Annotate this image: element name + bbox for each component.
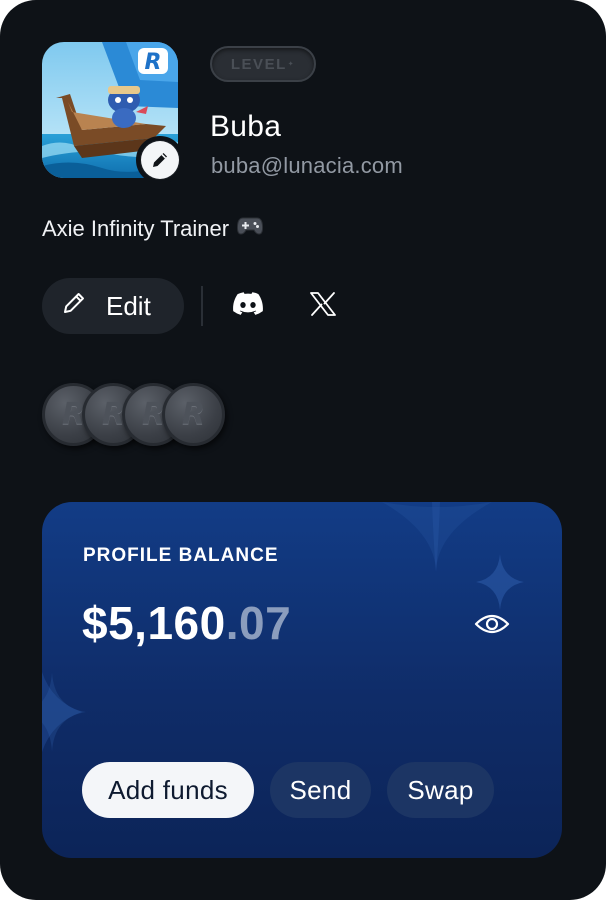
swap-button[interactable]: Swap [387, 762, 494, 818]
x-button[interactable] [303, 286, 343, 326]
pencil-outline-icon [60, 289, 88, 324]
bio-text: Axie Infinity Trainer [42, 216, 230, 241]
svg-text:R: R [145, 50, 162, 75]
level-badge: LEVEL ✦ [210, 46, 316, 82]
profile-card: R LEVEL ✦ Buba buba@lunacia.com Axie Inf… [0, 0, 606, 900]
user-email: buba@lunacia.com [211, 153, 403, 178]
send-button[interactable]: Send [270, 762, 371, 818]
balance-card: PROFILE BALANCE $5,160.07 Add funds Send… [42, 502, 562, 858]
balance-whole: $5,160 [82, 597, 226, 649]
eye-icon [474, 614, 510, 642]
coin-badge[interactable]: R [162, 383, 225, 446]
divider [201, 286, 203, 326]
coin-letter: R [181, 397, 206, 432]
avatar-container: R [42, 42, 184, 184]
balance-label: PROFILE BALANCE [83, 545, 279, 566]
pencil-icon [141, 141, 179, 179]
user-bio: Axie Infinity Trainer [42, 216, 264, 242]
avatar-edit-button[interactable] [136, 136, 184, 184]
level-badge-sparkle: ✦ [287, 61, 296, 68]
balance-cents: .07 [225, 597, 292, 649]
user-name: Buba [210, 110, 282, 143]
visibility-toggle[interactable] [474, 610, 510, 638]
discord-icon [233, 291, 263, 321]
balance-amount: $5,160.07 [82, 596, 291, 650]
edit-label: Edit [106, 290, 151, 321]
level-label: LEVEL [230, 55, 287, 73]
gamepad-icon [237, 216, 264, 242]
edit-profile-button[interactable]: Edit [42, 278, 184, 334]
add-funds-button[interactable]: Add funds [82, 762, 254, 818]
x-icon [310, 291, 336, 321]
discord-button[interactable] [228, 286, 268, 326]
